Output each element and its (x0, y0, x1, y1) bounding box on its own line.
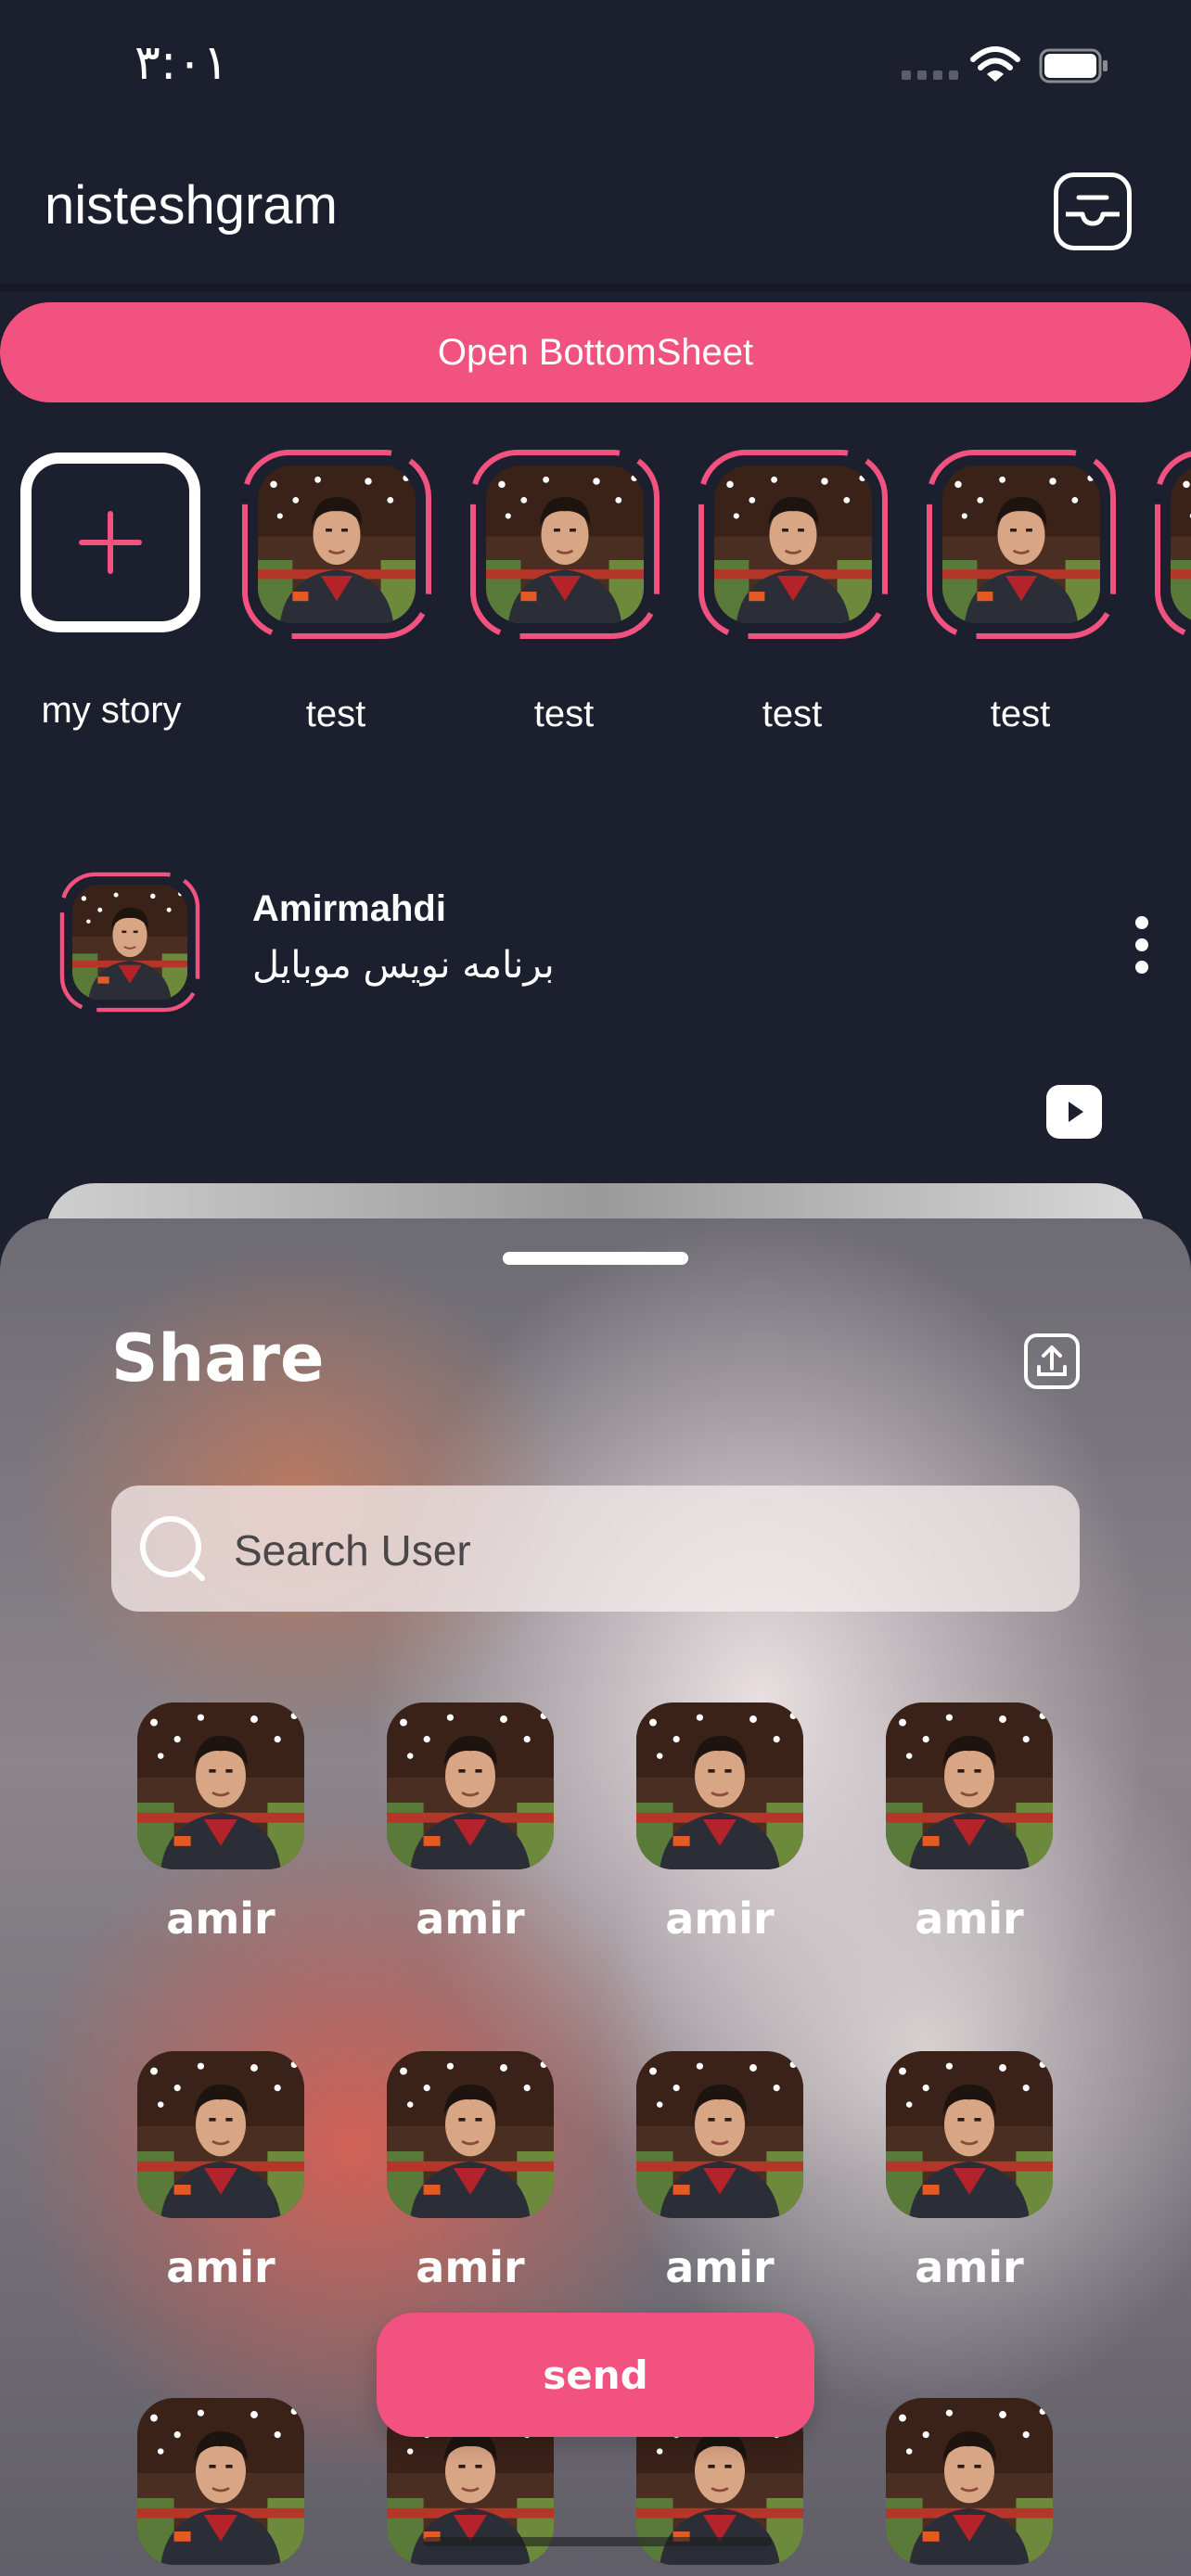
user-name: amir (166, 2242, 275, 2292)
user-name: amir (915, 2242, 1024, 2292)
cellular-signal-icon (902, 70, 958, 80)
avatar (72, 885, 187, 1000)
user-name: amir (665, 2242, 775, 2292)
story-item[interactable] (469, 449, 660, 640)
inbox-button[interactable] (1054, 172, 1132, 250)
avatar (137, 1702, 304, 1869)
more-vertical-icon[interactable] (1133, 916, 1150, 974)
avatar (886, 1702, 1053, 1869)
open-bottomsheet-button[interactable]: Open BottomSheet (0, 302, 1191, 402)
send-button[interactable]: send (377, 2313, 814, 2437)
share-bottom-sheet: Share amir amir amir amir amir a (0, 1218, 1191, 2576)
status-time: ۳:۰۱ (134, 35, 229, 91)
avatar (387, 1702, 554, 1869)
plus-icon (79, 511, 142, 574)
story-label: test (990, 694, 1051, 734)
share-title: Share (111, 1320, 325, 1396)
story-item[interactable] (241, 449, 432, 640)
user-name: amir (416, 2242, 525, 2292)
header-divider (0, 284, 1191, 291)
my-story-label: my story (41, 690, 182, 731)
story-item[interactable] (1154, 449, 1191, 640)
share-user-item[interactable]: amir (886, 2051, 1053, 2292)
share-user-item[interactable]: amir (387, 1702, 554, 1944)
share-user-item[interactable] (886, 2398, 1053, 2565)
status-bar: ۳:۰۱ (0, 0, 1191, 139)
search-icon (140, 1516, 205, 1581)
story-label: test (533, 694, 595, 734)
avatar (886, 2051, 1053, 2218)
story-item[interactable] (698, 449, 889, 640)
sheet-drag-handle[interactable] (503, 1252, 688, 1265)
wifi-icon (970, 46, 1020, 82)
story-item[interactable] (926, 449, 1117, 640)
avatar (486, 465, 644, 623)
inbox-tray-icon (1066, 195, 1120, 226)
avatar (886, 2398, 1053, 2565)
upload-button[interactable] (1024, 1333, 1080, 1389)
home-indicator (423, 2537, 772, 2546)
story-label: test (305, 694, 366, 734)
avatar (137, 2051, 304, 2218)
share-user-item[interactable]: amir (387, 2051, 554, 2292)
share-user-item[interactable]: amir (636, 1702, 803, 1944)
add-story-button[interactable] (20, 453, 200, 632)
user-name: amir (416, 1894, 525, 1944)
post-author-name: Amirmahdi (252, 888, 446, 929)
post-author-subtitle: برنامه نویس موبایل (252, 944, 555, 987)
upload-icon (1037, 1345, 1067, 1376)
search-box (111, 1486, 1080, 1612)
app-title: nisteshgram (45, 175, 338, 236)
share-user-item[interactable]: amir (886, 1702, 1053, 1944)
avatar (387, 2051, 554, 2218)
share-user-item[interactable]: amir (137, 2051, 304, 2292)
user-name: amir (166, 1894, 275, 1944)
play-icon[interactable] (1046, 1085, 1102, 1139)
avatar (137, 2398, 304, 2565)
share-user-item[interactable] (137, 2398, 304, 2565)
avatar (942, 465, 1100, 623)
user-name: amir (915, 1894, 1024, 1944)
avatar (1171, 465, 1191, 623)
search-user-input[interactable] (232, 1517, 1052, 1584)
share-user-item[interactable]: amir (636, 2051, 803, 2292)
avatar (636, 2051, 803, 2218)
share-user-item[interactable]: amir (137, 1702, 304, 1944)
avatar (714, 465, 872, 623)
avatar (258, 465, 416, 623)
user-name: amir (665, 1894, 775, 1944)
battery-icon (1039, 48, 1108, 83)
avatar (636, 1702, 803, 1869)
post-author-avatar[interactable] (59, 872, 200, 1013)
story-label: test (762, 694, 823, 734)
